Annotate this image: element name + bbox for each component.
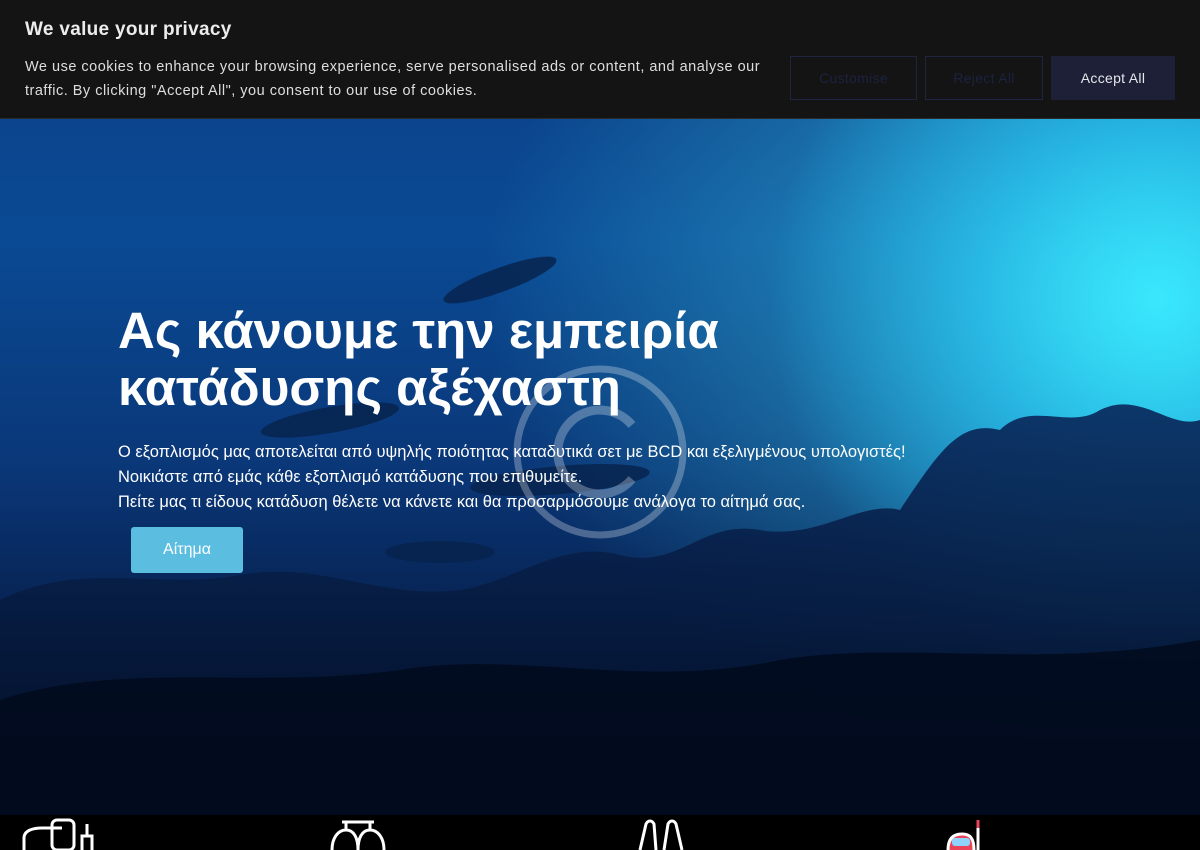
reject-all-button[interactable]: Reject All — [925, 56, 1043, 100]
oxygen-tanks-icon — [330, 820, 386, 850]
fins-icon — [638, 819, 684, 850]
hero-title: Ας κάνουμε την εμπειρία κατάδυσης αξέχασ… — [118, 302, 719, 416]
cookie-banner-text: We use cookies to enhance your browsing … — [25, 59, 761, 99]
cookie-banner: We value your privacy We use cookies to … — [0, 0, 1200, 119]
features-strip — [0, 815, 1200, 850]
cookie-banner-title: We value your privacy — [25, 19, 232, 40]
request-button[interactable]: Αίτημα — [131, 527, 243, 573]
diver-gear-icon — [22, 818, 94, 850]
snorkel-mask-icon — [946, 820, 980, 850]
hero-description: Ο εξοπλισμός μας αποτελείται από υψηλής … — [118, 440, 1018, 515]
hero-line-1: Ο εξοπλισμός μας αποτελείται από υψηλής … — [118, 443, 906, 461]
customise-button[interactable]: Customise — [790, 56, 917, 100]
hero-line-2: Νοικιάστε από εμάς κάθε εξοπλισμό κατάδυ… — [118, 468, 583, 486]
hero-line-3: Πείτε μας τι είδους κατάδυση θέλετε να κ… — [118, 493, 806, 511]
accept-all-button[interactable]: Accept All — [1051, 56, 1175, 100]
